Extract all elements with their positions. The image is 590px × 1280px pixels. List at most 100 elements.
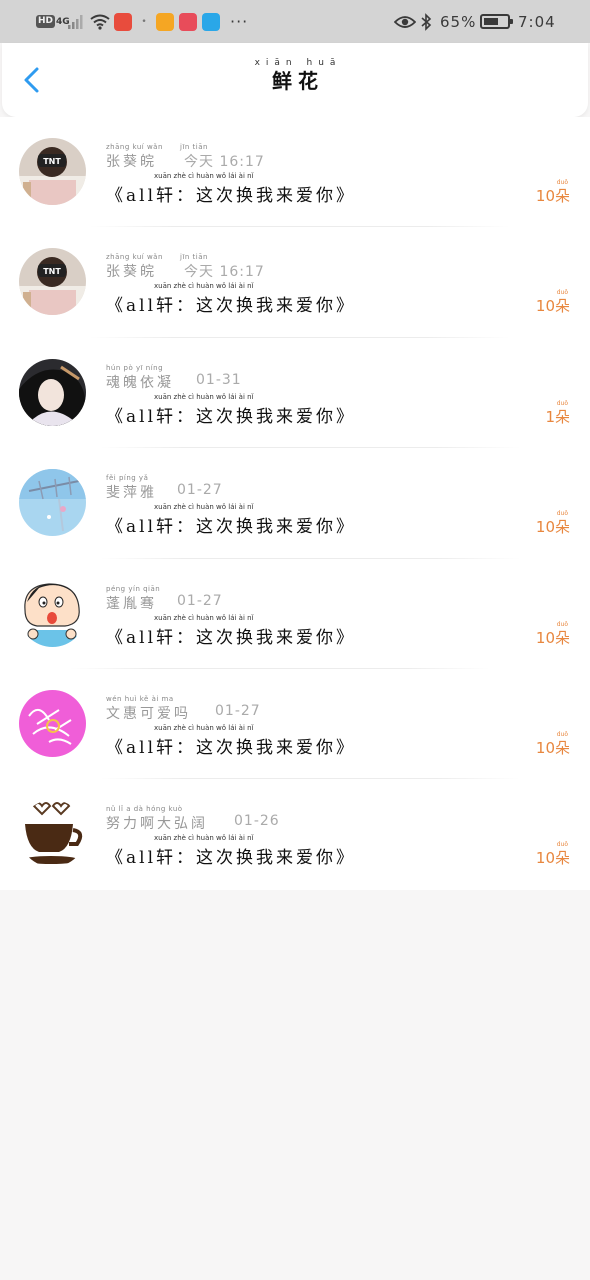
send-time: 01-27 [177, 592, 223, 609]
flower-count-text: 10朵 [535, 297, 570, 316]
gift-message-pinyin: xuān zhè cì huàn wǒ lái ài nǐ [154, 503, 254, 512]
user-name: 斐萍雅 [106, 485, 157, 502]
gift-message-line: xuān zhè cì huàn wǒ lái ài nǐ 《all轩：这次换我来… [106, 172, 436, 206]
wifi-icon [90, 0, 110, 43]
signal-icon [68, 0, 86, 43]
gift-message-pinyin: xuān zhè cì huàn wǒ lái ài nǐ [154, 724, 254, 732]
flower-count-pinyin: duǒ [556, 399, 568, 407]
gift-message: 《all轩：这次换我来爱你》 [106, 406, 357, 427]
gift-message-pinyin: xuān zhè cì huàn wǒ lái ài nǐ [154, 613, 254, 622]
flower-count-text: 10朵 [535, 739, 570, 757]
flower-count-pinyin: duǒ [556, 510, 568, 518]
status-bar: HD 4G • ··· 65% 7:04 [0, 0, 590, 43]
gift-message: 《all轩：这次换我来爱你》 [106, 296, 357, 317]
flower-count-text: 10朵 [535, 187, 570, 205]
app-notification-icon [202, 12, 220, 31]
svg-text:TNT: TNT [43, 157, 61, 166]
time-pinyin: jīn tiān [180, 143, 208, 151]
gift-message: 《all轩：这次换我来爱你》 [106, 848, 357, 869]
user-avatar[interactable] [19, 690, 86, 757]
gift-message: 《all轩：这次换我来爱你》 [106, 738, 357, 758]
bluetooth-icon [420, 0, 432, 43]
list-item[interactable]: péng yín qiān 蓬胤骞 01-27 xuān zhè cì huàn wǒ… [0, 559, 590, 669]
flower-count-pinyin: duǒ [556, 620, 568, 628]
user-name-pinyin: péng yín qiān [106, 584, 161, 593]
flower-count-text: 10朵 [535, 628, 570, 647]
list-item[interactable]: TNT zhāng kuí wǎn 张葵皖 jīn tiān 今天 16:17 xuān … [0, 227, 590, 337]
user-name-pinyin: nǔ lǐ a dà hóng kuò [106, 805, 183, 814]
user-avatar[interactable] [19, 800, 86, 868]
gift-message-pinyin: xuān zhè cì huàn wǒ lái ài nǐ [154, 282, 254, 291]
svg-text:TNT: TNT [43, 267, 61, 276]
user-name: 蓬胤骞 [106, 595, 157, 612]
more-notifications-icon: ··· [230, 12, 249, 31]
gift-message: 《all轩：这次换我来爱你》 [106, 517, 357, 538]
hd-badge: HD [36, 15, 56, 28]
user-name-line: nǔ lǐ a dà hóng kuò 努力啊大弘阔 01-26 [106, 805, 406, 833]
flower-list: TNT zhāng kuí wǎn 张葵皖 jīn tiān 今天 16:17 xuān … [0, 117, 590, 890]
eye-comfort-icon [394, 0, 416, 43]
flower-count: duǒ 10朵 [536, 509, 570, 539]
flower-count: duǒ 10朵 [536, 730, 570, 760]
gift-message-pinyin: xuān zhè cì huàn wǒ lái ài nǐ [154, 392, 254, 401]
send-time: 01-27 [177, 482, 223, 499]
list-item[interactable]: fěi píng yǎ 斐萍雅 01-27 xuān zhè cì huàn wǒ l… [0, 448, 590, 558]
flower-count-pinyin: duǒ [556, 841, 568, 849]
app-notification-icon [156, 12, 174, 31]
header-bar: xiān huā 鲜花 [2, 43, 588, 117]
list-item[interactable]: wén huì kě ài ma 文惠可爱吗 01-27 xuān zhè cì hu… [0, 669, 590, 779]
user-name-pinyin: hún pò yī níng [106, 363, 164, 372]
small-notification-icon: • [141, 16, 147, 27]
battery-icon [480, 0, 513, 43]
flower-count-pinyin: duǒ [556, 179, 568, 186]
user-avatar[interactable]: TNT [19, 248, 86, 316]
list-item[interactable]: nǔ lǐ a dà hóng kuò 努力啊大弘阔 01-26 xuān zhè c… [0, 779, 590, 889]
flower-count-text: 10朵 [535, 849, 570, 868]
send-time: 01-26 [234, 813, 280, 830]
user-avatar[interactable] [19, 579, 86, 647]
user-avatar[interactable] [19, 469, 86, 537]
gift-message: 《all轩：这次换我来爱你》 [106, 186, 357, 206]
user-avatar[interactable]: TNT [19, 138, 86, 205]
page-title: xiān huā 鲜花 [2, 57, 588, 93]
gift-message-pinyin: xuān zhè cì huàn wǒ lái ài nǐ [154, 172, 254, 180]
flower-count-pinyin: duǒ [556, 289, 568, 297]
flower-count: duǒ 10朵 [536, 620, 570, 650]
flower-count-text: 10朵 [535, 518, 570, 537]
user-name-pinyin: zhāng kuí wǎn [106, 143, 163, 151]
user-name: 张葵皖 [106, 154, 157, 170]
user-name-pinyin: wén huì kě ài ma [106, 695, 174, 703]
gift-message: 《all轩：这次换我来爱你》 [106, 627, 357, 648]
user-name-pinyin: zhāng kuí wǎn [106, 253, 163, 262]
app-notification-icon [179, 12, 197, 31]
notification-app-icons: • [114, 0, 220, 43]
user-name-line: zhāng kuí wǎn 张葵皖 jīn tiān 今天 16:17 [106, 143, 406, 171]
flower-count: duǒ 10朵 [536, 178, 570, 208]
list-item[interactable]: TNT zhāng kuí wǎn 张葵皖 jīn tiān 今天 16:17 xuān … [0, 117, 590, 227]
flower-count: duǒ 10朵 [536, 840, 570, 870]
gift-message-line: xuān zhè cì huàn wǒ lái ài nǐ 《all轩：这次换我来… [106, 834, 436, 868]
flower-count: duǒ 10朵 [536, 288, 570, 318]
gift-message-line: xuān zhè cì huàn wǒ lái ài nǐ 《all轩：这次换我来… [106, 724, 436, 758]
user-name: 努力啊大弘阔 [106, 816, 208, 833]
gift-message-line: xuān zhè cì huàn wǒ lái ài nǐ 《all轩：这次换我来… [106, 392, 436, 427]
send-time: 01-27 [215, 703, 261, 719]
user-name: 文惠可爱吗 [106, 706, 191, 722]
user-name-line: péng yín qiān 蓬胤骞 01-27 [106, 585, 406, 613]
clock: 7:04 [518, 12, 556, 31]
battery-percent: 65% [440, 12, 477, 31]
send-time: 01-31 [196, 371, 242, 388]
user-name-line: zhāng kuí wǎn 张葵皖 jīn tiān 今天 16:17 [106, 253, 406, 281]
send-time: 今天 16:17 [184, 154, 265, 170]
user-name-line: wén huì kě ài ma 文惠可爱吗 01-27 [106, 695, 406, 723]
title-pinyin: xiān huā [254, 58, 342, 68]
flower-count-pinyin: duǒ [556, 731, 568, 738]
gift-message-line: xuān zhè cì huàn wǒ lái ài nǐ 《all轩：这次换我来… [106, 613, 436, 648]
list-item[interactable]: hún pò yī níng 魂魄依凝 01-31 xuān zhè cì huàn … [0, 338, 590, 448]
flower-count: duǒ 1朵 [545, 399, 570, 429]
gift-message-line: xuān zhè cì huàn wǒ lái ài nǐ 《all轩：这次换我来… [106, 503, 436, 537]
app-notification-icon [114, 12, 132, 31]
user-name: 张葵皖 [106, 264, 157, 281]
battery-level [484, 18, 498, 25]
user-avatar[interactable] [19, 358, 86, 426]
